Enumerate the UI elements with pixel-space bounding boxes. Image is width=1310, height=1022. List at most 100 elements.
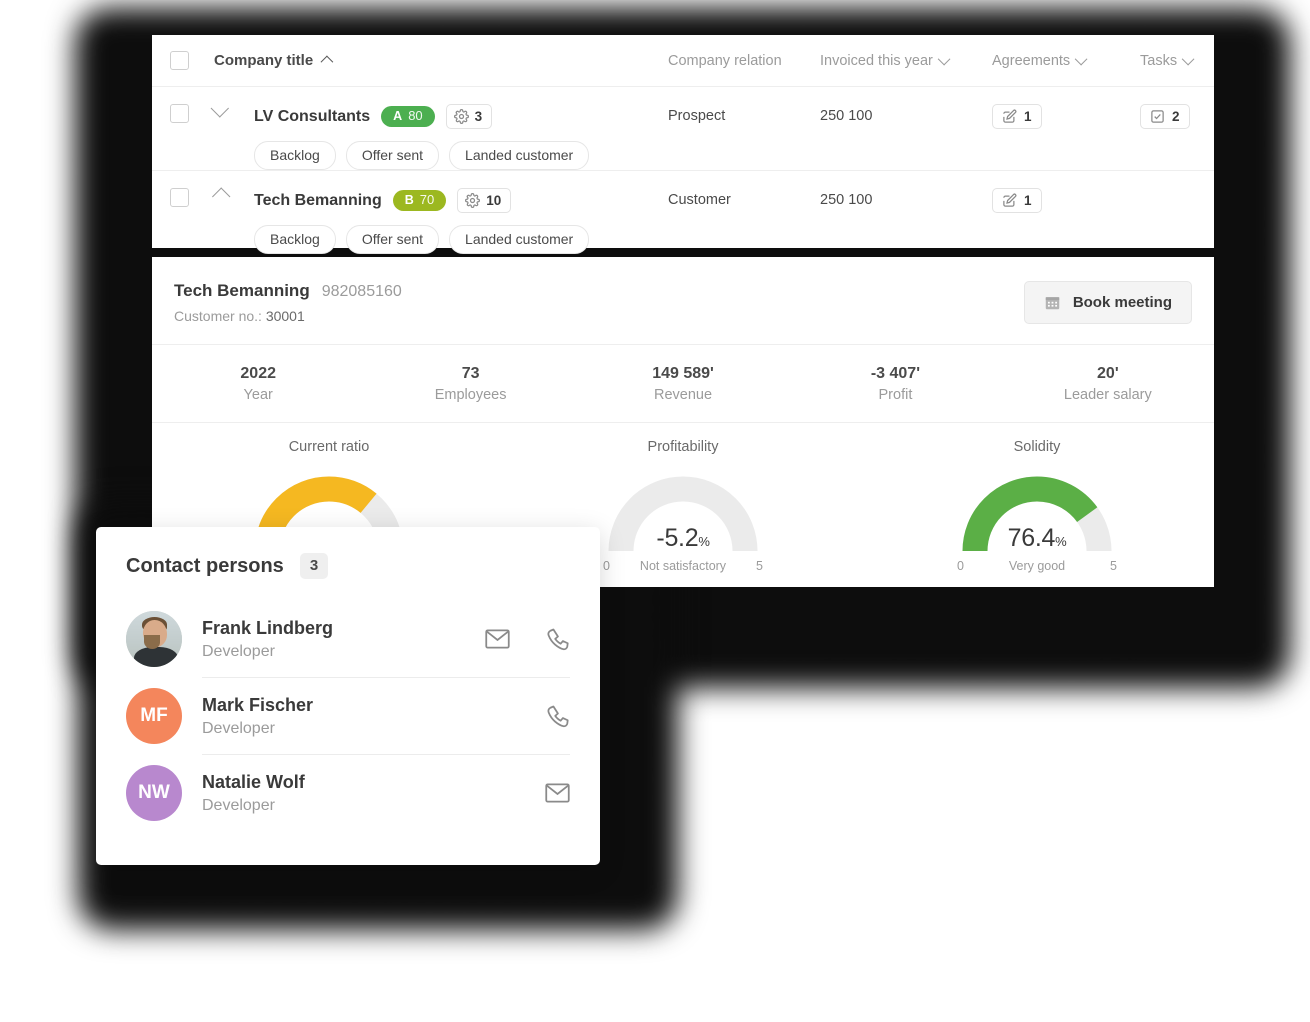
cell-agreements: 1 (992, 104, 1140, 129)
avatar-initials: NW (138, 782, 170, 803)
avatar: NW (126, 765, 182, 821)
grade-badge[interactable]: B 70 (392, 190, 447, 211)
agreements-chip[interactable]: 1 (992, 188, 1042, 213)
grade-letter: B (404, 193, 414, 208)
contacts-title: Contact persons (126, 554, 284, 577)
detail-customer-no: Customer no.: 30001 (174, 308, 402, 324)
contact-list-item[interactable]: NW Natalie Wolf Developer (126, 755, 570, 832)
gauge-rating: Very good (1008, 559, 1066, 573)
stat-value: -3 407' (870, 365, 920, 382)
column-header-company-relation[interactable]: Company relation (668, 53, 820, 69)
agreements-count: 1 (1024, 109, 1032, 124)
chevron-down-icon (1181, 52, 1195, 66)
row-checkbox[interactable] (170, 188, 189, 207)
detail-header: Tech Bemanning 982085160 Customer no.: 3… (152, 257, 1214, 345)
row-expand-toggle[interactable] (210, 99, 254, 122)
cell-company-relation: Customer (668, 192, 731, 208)
phone-icon[interactable] (544, 627, 570, 652)
gauge-title: Solidity (1013, 439, 1061, 455)
column-header-agreements[interactable]: Agreements (992, 53, 1140, 69)
book-meeting-button[interactable]: Book meeting (1023, 281, 1192, 324)
contact-info: Frank Lindberg Developer (202, 618, 462, 661)
column-header-company-title[interactable]: Company title (214, 52, 668, 69)
contact-role: Developer (202, 719, 275, 737)
company-name[interactable]: LV Consultants (254, 108, 370, 126)
tag-landed-customer[interactable]: Landed customer (449, 225, 590, 254)
contact-role: Developer (202, 796, 275, 814)
table-row[interactable]: LV Consultants A 80 3 Backlog Offer sent… (152, 87, 1214, 171)
stat-label: Profit (878, 387, 913, 403)
row-company-cell: LV Consultants A 80 3 Backlog Offer sent… (254, 104, 668, 170)
mail-icon[interactable] (544, 783, 570, 803)
tag-offer-sent[interactable]: Offer sent (345, 141, 440, 170)
row-collapse-toggle[interactable] (212, 187, 254, 206)
company-name[interactable]: Tech Bemanning (254, 192, 382, 210)
agreements-chip[interactable]: 1 (992, 104, 1042, 129)
settings-count-chip[interactable]: 10 (457, 188, 512, 213)
stat-value: 2022 (240, 365, 276, 382)
gauge-title: Profitability (647, 439, 719, 455)
contacts-count-badge: 3 (299, 553, 329, 579)
contact-persons-card: Contact persons 3 Frank Lindberg Develop… (96, 527, 600, 865)
company-stats: 2022 Year 73 Employees 149 589' Revenue … (152, 345, 1214, 423)
stat-profit: -3 407' Profit (789, 365, 1001, 403)
stat-label: Employees (434, 387, 507, 403)
stat-year: 2022 Year (152, 365, 364, 403)
stat-label: Year (243, 387, 273, 403)
gauge-arc: 76.4% (957, 463, 1117, 555)
column-label-company-title: Company title (214, 52, 314, 69)
gauge-title: Current ratio (288, 439, 370, 455)
table-header-row: Company title Company relation Invoiced … (152, 35, 1214, 87)
gear-icon (465, 193, 481, 208)
detail-company-name: Tech Bemanning (174, 281, 310, 300)
contact-info: Mark Fischer Developer (202, 695, 462, 738)
tasks-count: 2 (1172, 109, 1180, 124)
tag-backlog[interactable]: Backlog (254, 141, 336, 170)
tasks-chip[interactable]: 2 (1140, 104, 1190, 129)
stat-value: 149 589' (652, 365, 714, 382)
settings-count-chip[interactable]: 3 (445, 104, 493, 129)
table-row[interactable]: Tech Bemanning B 70 10 Backlog Offer sen… (152, 171, 1214, 254)
gauge-arc: -5.2% (603, 463, 763, 555)
stat-leader-salary: 20' Leader salary (1002, 365, 1214, 403)
contact-name: Natalie Wolf (202, 771, 305, 792)
gauge-scale: 0 Very good 5 (957, 559, 1117, 573)
gauge-rating: Not satisfactory (639, 559, 727, 573)
stat-revenue: 149 589' Revenue (577, 365, 789, 403)
gauge-value: 76.4% (1007, 524, 1067, 552)
cell-invoiced: 250 100 (820, 192, 873, 208)
contacts-header: Contact persons 3 (126, 553, 570, 579)
gear-icon (453, 109, 469, 124)
select-all-checkbox[interactable] (170, 51, 189, 70)
row-select-cell[interactable] (170, 188, 214, 207)
contact-list-item[interactable]: Frank Lindberg Developer (126, 601, 570, 678)
contact-list-item[interactable]: MF Mark Fischer Developer (126, 678, 570, 755)
detail-identity: Tech Bemanning 982085160 Customer no.: 3… (174, 281, 402, 324)
stat-label: Leader salary (1063, 387, 1152, 403)
row-checkbox[interactable] (170, 104, 189, 123)
tag-offer-sent[interactable]: Offer sent (345, 225, 440, 254)
contact-info: Natalie Wolf Developer (202, 772, 462, 815)
row-select-cell[interactable] (170, 104, 214, 123)
tag-backlog[interactable]: Backlog (254, 225, 336, 254)
cell-tasks: 2 (1140, 104, 1250, 129)
contact-name: Frank Lindberg (202, 617, 334, 638)
column-header-invoiced[interactable]: Invoiced this year (820, 53, 992, 69)
select-all-cell[interactable] (170, 51, 214, 70)
stat-label: Revenue (653, 387, 713, 403)
mail-icon[interactable] (484, 629, 510, 649)
stat-employees: 73 Employees (364, 365, 576, 403)
row-company-cell: Tech Bemanning B 70 10 Backlog Offer sen… (254, 188, 668, 254)
sort-asc-icon (320, 55, 334, 69)
chevron-down-icon (210, 99, 229, 118)
customer-no-value: 30001 (265, 308, 305, 324)
column-header-tasks[interactable]: Tasks (1140, 53, 1250, 69)
edit-icon (1003, 109, 1017, 123)
column-label-tasks: Tasks (1140, 52, 1178, 69)
avatar: MF (126, 688, 182, 744)
tag-landed-customer[interactable]: Landed customer (449, 141, 590, 170)
settings-count: 10 (486, 193, 502, 208)
phone-icon[interactable] (544, 704, 570, 729)
column-label-company-relation: Company relation (668, 52, 782, 69)
grade-badge[interactable]: A 80 (381, 106, 435, 127)
